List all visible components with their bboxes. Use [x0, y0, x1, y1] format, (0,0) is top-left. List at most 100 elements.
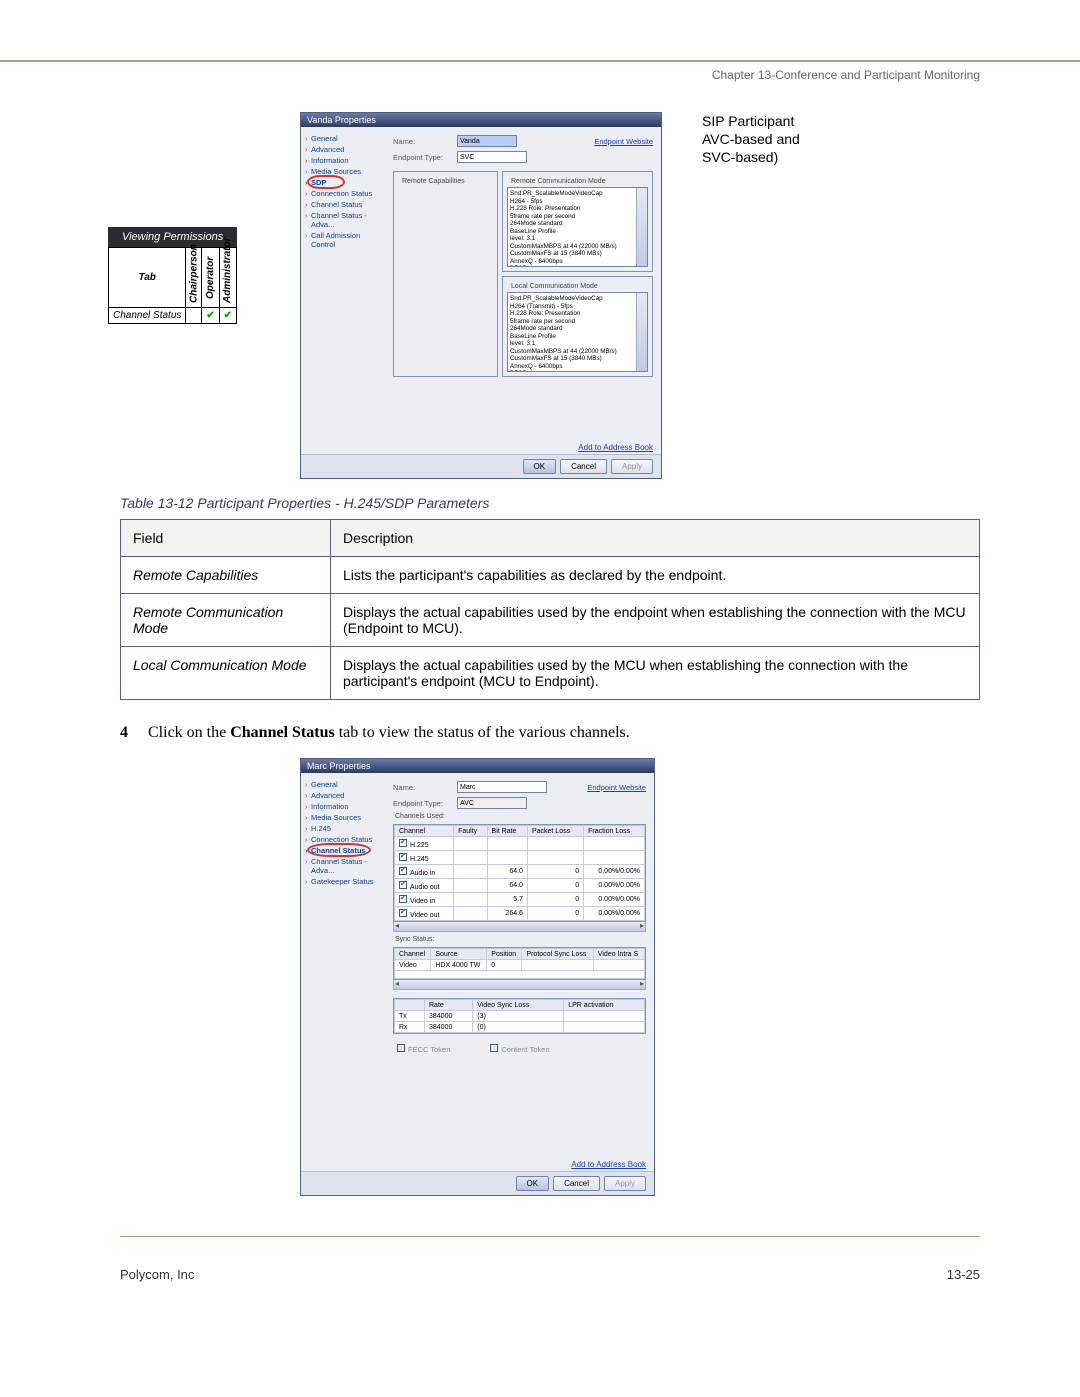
ok-button[interactable]: OK — [523, 459, 557, 474]
nav-general[interactable]: General — [305, 133, 385, 144]
ch4-fl: 0.00%/0.00% — [584, 893, 645, 907]
content-token-label: Content Token — [501, 1045, 549, 1054]
dialog1-nav: General Advanced Information Media Sourc… — [301, 127, 389, 441]
remote-capabilities-title: Remote Capabilities — [400, 178, 467, 185]
footer-company: Polycom, Inc — [120, 1267, 194, 1282]
fecc-checkbox[interactable] — [397, 1044, 405, 1052]
add-to-address-book-link-2[interactable]: Add to Address Book — [301, 1158, 654, 1171]
ch4-c: Video in — [410, 898, 435, 905]
sync-scrollbar[interactable] — [393, 980, 646, 990]
ch5-br: 264.6 — [487, 907, 527, 921]
nav-sdp[interactable]: SDP — [305, 177, 385, 188]
sync-status-label: Sync Status: — [395, 936, 646, 943]
sip-label-2: AVC-based and — [702, 130, 800, 148]
sy-h-1: Source — [431, 949, 487, 960]
cancel-button-2[interactable]: Cancel — [553, 1176, 600, 1191]
local-comm-textbox[interactable]: Snd.PR_ScalableModeVideoCap H264 (Transm… — [507, 292, 648, 372]
name-field[interactable]: Vanda — [457, 135, 517, 147]
ch3-br: 64.0 — [487, 879, 527, 893]
participant-properties-dialog-1: Vanda Properties General Advanced Inform… — [300, 112, 662, 479]
table-caption: Table 13-12 Participant Properties - H.2… — [120, 495, 980, 511]
perm-col-operator: Operator — [202, 248, 219, 308]
endpoint-website-link-2[interactable]: Endpoint Website — [587, 783, 646, 792]
sy0-p: 0 — [487, 960, 522, 971]
nav2-gatekeeper[interactable]: Gatekeeper Status — [305, 876, 385, 887]
perm-tab-label: Tab — [109, 248, 186, 308]
ok-button-2[interactable]: OK — [516, 1176, 550, 1191]
nav-channel-status[interactable]: Channel Status — [305, 199, 385, 210]
td-field-0: Remote Capabilities — [121, 557, 331, 594]
ch-h-bitrate: Bit Rate — [487, 826, 527, 837]
nav2-connection-status[interactable]: Connection Status — [305, 834, 385, 845]
dialog2-nav: General Advanced Information Media Sourc… — [301, 773, 389, 1158]
viewing-permissions-block: Viewing Permissions Tab Chairperson Oper… — [108, 227, 237, 324]
chk-video-in[interactable] — [399, 895, 407, 903]
sy0-c: Video — [395, 960, 431, 971]
fecc-label: FECC Token — [408, 1045, 450, 1054]
nav2-media-sources[interactable]: Media Sources — [305, 812, 385, 823]
nav2-channel-status-adv[interactable]: Channel Status - Adva... — [305, 856, 385, 876]
chk-video-out[interactable] — [399, 909, 407, 917]
nav2-channel-status[interactable]: Channel Status — [305, 845, 385, 856]
rate1-v: (0) — [473, 1022, 564, 1033]
ch-h-channel: Channel — [395, 826, 454, 837]
endpoint-type-field[interactable]: SVC — [457, 151, 527, 163]
nav-connection-status[interactable]: Connection Status — [305, 188, 385, 199]
step-number: 4 — [120, 724, 148, 742]
nav-channel-status-adv[interactable]: Channel Status - Adva... — [305, 210, 385, 230]
endpoint2-type-field[interactable]: AVC — [457, 797, 527, 809]
chk-audio-out[interactable] — [399, 881, 407, 889]
remote-comm-mode-title: Remote Communication Mode — [509, 178, 608, 185]
th-field: Field — [121, 520, 331, 557]
nav2-information[interactable]: Information — [305, 801, 385, 812]
ch2-c: Audio in — [410, 870, 435, 877]
viewing-permissions-title: Viewing Permissions — [108, 227, 237, 247]
nav-cac[interactable]: Call Admission Control — [305, 230, 385, 250]
chk-audio-in[interactable] — [399, 867, 407, 875]
participant-properties-dialog-2: Marc Properties General Advanced Informa… — [300, 758, 655, 1196]
channels-used-label: Channels Used: — [395, 813, 646, 820]
chk-h245[interactable] — [399, 853, 407, 861]
step-4: 4 Click on the Channel Status tab to vie… — [120, 724, 980, 742]
nav2-general[interactable]: General — [305, 779, 385, 790]
endpoint-website-link[interactable]: Endpoint Website — [594, 137, 653, 146]
rate-h-vsl: Video Sync Loss — [473, 1000, 564, 1011]
rate1-l: Rx — [395, 1022, 425, 1033]
nav2-h245[interactable]: H.245 — [305, 823, 385, 834]
ch5-fl: 0.00%/0.00% — [584, 907, 645, 921]
rate0-r: 384000 — [425, 1011, 473, 1022]
th-description: Description — [331, 520, 980, 557]
nav-media-sources[interactable]: Media Sources — [305, 166, 385, 177]
step-text-after: tab to view the status of the various ch… — [335, 724, 630, 741]
nav-advanced[interactable]: Advanced — [305, 144, 385, 155]
ch5-c: Video out — [410, 912, 439, 919]
rate-h-blank — [395, 1000, 425, 1011]
rate-table: Rate Video Sync Loss LPR activation Tx 3… — [394, 999, 645, 1033]
remote-comm-textbox[interactable]: Snd.PR_ScalableModeVideoCap H264 - 5fps … — [507, 187, 648, 267]
add-to-address-book-link[interactable]: Add to Address Book — [301, 441, 661, 454]
chapter-header: Chapter 13-Conference and Participant Mo… — [0, 62, 1080, 112]
channels-scrollbar[interactable] — [393, 922, 646, 932]
nav2-advanced[interactable]: Advanced — [305, 790, 385, 801]
step-bold: Channel Status — [230, 724, 334, 741]
parameters-table: Field Description Remote Capabilities Li… — [120, 519, 980, 700]
chk-h225[interactable] — [399, 839, 407, 847]
nav-information[interactable]: Information — [305, 155, 385, 166]
apply-button-2[interactable]: Apply — [604, 1176, 646, 1191]
rate1-r: 384000 — [425, 1022, 473, 1033]
perm-col-administrator: Administrator — [219, 248, 236, 308]
name2-field[interactable]: Marc — [457, 781, 547, 793]
td-field-2: Local Communication Mode — [121, 647, 331, 700]
sy0-s: HDX 4000 TW — [431, 960, 487, 971]
sip-label-block: SIP Participant AVC-based and SVC-based) — [702, 112, 800, 167]
apply-button[interactable]: Apply — [611, 459, 653, 474]
channels-used-table: Channel Faulty Bit Rate Packet Loss Frac… — [394, 825, 645, 921]
viewing-permissions-table: Tab Chairperson Operator Administrator C… — [108, 247, 237, 324]
perm-cell-admin: ✔ — [219, 308, 236, 324]
cancel-button[interactable]: Cancel — [560, 459, 607, 474]
endpoint2-type-label: Endpoint Type: — [393, 799, 457, 808]
td-desc-0: Lists the participant's capabilities as … — [331, 557, 980, 594]
td-desc-2: Displays the actual capabilities used by… — [331, 647, 980, 700]
rate0-v: (3) — [473, 1011, 564, 1022]
content-token-checkbox[interactable] — [490, 1044, 498, 1052]
